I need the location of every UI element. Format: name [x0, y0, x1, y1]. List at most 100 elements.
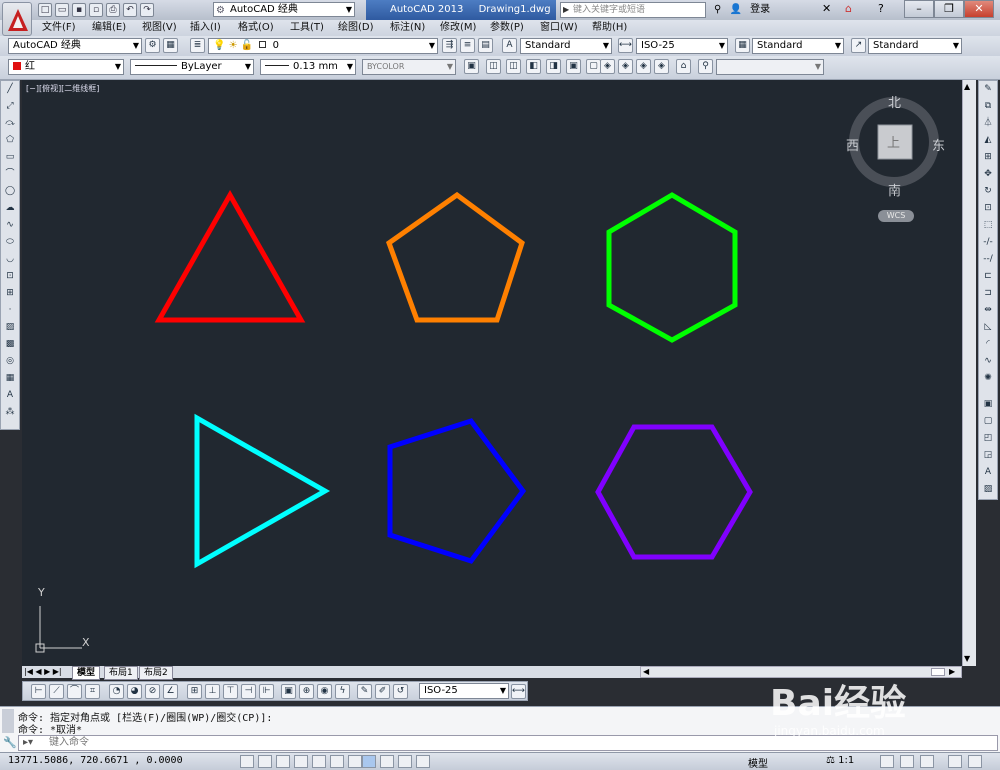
ellipse-arc-icon[interactable]: ◡	[2, 252, 18, 267]
layer-state-icon[interactable]: ▤	[478, 38, 493, 53]
maximize-button[interactable]: ❐	[934, 0, 964, 18]
layer-combo[interactable]: 💡 ☀ 🔓 0 ▼	[208, 38, 438, 54]
linear-dim-icon[interactable]: ⊢	[31, 684, 46, 699]
arc-icon[interactable]: ⌒	[2, 167, 18, 182]
grid-button[interactable]	[276, 755, 290, 768]
scale-icon[interactable]: ⊡	[980, 201, 996, 216]
gear-icon[interactable]: ⚙	[145, 38, 160, 53]
scroll-down-icon[interactable]: ▼	[964, 654, 970, 663]
menu-draw[interactable]: 绘图(D)	[338, 20, 374, 36]
hardware-accel-button[interactable]	[948, 755, 962, 768]
vertical-scrollbar[interactable]: ▲ ▼	[962, 80, 976, 666]
app-store-icon[interactable]: ⌂	[845, 2, 852, 15]
spline-icon[interactable]: ∿	[2, 218, 18, 233]
snap-button[interactable]	[258, 755, 272, 768]
text-style-icon[interactable]: A	[502, 38, 517, 53]
view-left-icon[interactable]: ◧	[526, 59, 541, 74]
red-triangle[interactable]	[154, 189, 306, 323]
region-icon[interactable]: ◎	[2, 354, 18, 369]
orange-pentagon[interactable]	[385, 191, 525, 323]
menu-help[interactable]: 帮助(H)	[592, 20, 627, 36]
view-bottom-icon[interactable]: ◫	[506, 59, 521, 74]
scroll-left-icon[interactable]: ◀	[643, 667, 649, 676]
menu-window[interactable]: 窗口(W)	[540, 20, 578, 36]
continue-icon[interactable]: ⊤	[223, 684, 238, 699]
baseline-icon[interactable]: ⊥	[205, 684, 220, 699]
revcloud-icon[interactable]: ☁	[2, 201, 18, 216]
wrench-icon[interactable]: 🔧	[3, 736, 17, 749]
minimize-button[interactable]: –	[904, 0, 934, 18]
workspace-select[interactable]: ⚙ AutoCAD 经典 ▼	[213, 2, 355, 17]
compass-north[interactable]: 北	[888, 92, 901, 111]
center-mark-icon[interactable]: ⊕	[299, 684, 314, 699]
color-combo[interactable]: 红 ▼	[8, 59, 124, 75]
hatch-icon[interactable]: ▨	[2, 320, 18, 335]
multileader-style-icon[interactable]: ↗	[851, 38, 866, 53]
redo-icon[interactable]: ↷	[140, 3, 154, 17]
join-icon[interactable]: ⇹	[980, 303, 996, 318]
radius-icon[interactable]: ◔	[109, 684, 124, 699]
iso-se-icon[interactable]: ◈	[618, 59, 633, 74]
cyan-triangle[interactable]	[194, 413, 331, 569]
table-style-combo[interactable]: Standard ▼	[752, 38, 844, 54]
tab-layout1[interactable]: 布局1	[104, 666, 138, 680]
arc-length-icon[interactable]: ⌒	[67, 684, 82, 699]
construction-line-icon[interactable]: ⤢	[2, 99, 18, 114]
fillet-icon[interactable]: ◜	[980, 337, 996, 352]
array-icon[interactable]: ⊞	[980, 150, 996, 165]
dim-style-icon[interactable]: ⟷	[618, 38, 633, 53]
trim-icon[interactable]: -/-	[980, 235, 996, 250]
mtext-icon[interactable]: A	[2, 388, 18, 403]
scroll-up-icon[interactable]: ▲	[964, 82, 970, 91]
linetype-combo[interactable]: ByLayer ▼	[130, 59, 254, 75]
scroll-right-icon[interactable]: ▶	[949, 667, 955, 676]
autocad-logo[interactable]	[2, 2, 32, 36]
stretch-icon[interactable]: ⬚	[980, 218, 996, 233]
erase-icon[interactable]: ✎	[980, 82, 996, 97]
table-style-icon[interactable]: ▦	[735, 38, 750, 53]
dimedit-icon[interactable]: ✎	[357, 684, 372, 699]
rotate-icon[interactable]: ↻	[980, 184, 996, 199]
draworder-back-icon[interactable]: ▢	[980, 414, 996, 429]
plot-icon[interactable]: ⎙	[106, 3, 120, 17]
dim-style-manager-icon[interactable]: ⟷	[511, 684, 526, 699]
menu-insert[interactable]: 插入(I)	[190, 20, 221, 36]
menu-format[interactable]: 格式(O)	[238, 20, 274, 36]
iso-ne-icon[interactable]: ◈	[636, 59, 651, 74]
horizontal-scrollbar[interactable]: ◀ ▶	[640, 666, 962, 678]
login-label[interactable]: 登录	[750, 4, 770, 15]
dimtedit-icon[interactable]: ✐	[375, 684, 390, 699]
close-button[interactable]: ✕	[964, 0, 994, 18]
camera-icon[interactable]: ⌂	[676, 59, 691, 74]
lineweight-combo[interactable]: 0.13 mm ▼	[260, 59, 356, 75]
jogged-icon[interactable]: ◕	[127, 684, 142, 699]
clean-screen-button[interactable]	[968, 755, 982, 768]
hatch-back-icon[interactable]: ▨	[980, 482, 996, 497]
move-icon[interactable]: ✥	[980, 167, 996, 182]
text-style-combo[interactable]: Standard ▼	[520, 38, 612, 54]
polygon-icon[interactable]: ⬠	[2, 133, 18, 148]
search-input[interactable]: ▶ 键入关键字或短语	[560, 2, 706, 18]
viewcube-face-top[interactable]: 上	[887, 132, 900, 151]
isolate-button[interactable]	[920, 755, 934, 768]
draworder-front-icon[interactable]: ▣	[980, 397, 996, 412]
3dosnap-button[interactable]	[348, 755, 362, 768]
copy-icon[interactable]: ⧉	[980, 99, 996, 114]
rectangle-icon[interactable]: ▭	[2, 150, 18, 165]
menu-parameter[interactable]: 参数(P)	[490, 20, 524, 36]
draworder-under-icon[interactable]: ◲	[980, 448, 996, 463]
chamfer-icon[interactable]: ◺	[980, 320, 996, 335]
blue-pentagon[interactable]	[387, 418, 527, 564]
drawing-canvas[interactable]: [−][俯视][二维线框] 北 南 东 西 上 WCS Y X	[22, 80, 962, 666]
zoom-icon[interactable]: ⚲	[698, 59, 713, 74]
make-block-icon[interactable]: ⊞	[2, 286, 18, 301]
tab-nav-icon[interactable]: |◀ ◀ ▶ ▶|	[24, 666, 62, 678]
compass-south[interactable]: 南	[888, 180, 901, 199]
point-icon[interactable]: ·	[2, 303, 18, 318]
new-icon[interactable]: □	[38, 3, 52, 17]
make-current-icon[interactable]: ⇶	[442, 38, 457, 53]
viewcube[interactable]: 北 南 东 西 上	[846, 92, 945, 199]
view-right-icon[interactable]: ◨	[546, 59, 561, 74]
model-space-label[interactable]: 模型	[748, 755, 768, 770]
otrack-button[interactable]	[362, 755, 376, 768]
